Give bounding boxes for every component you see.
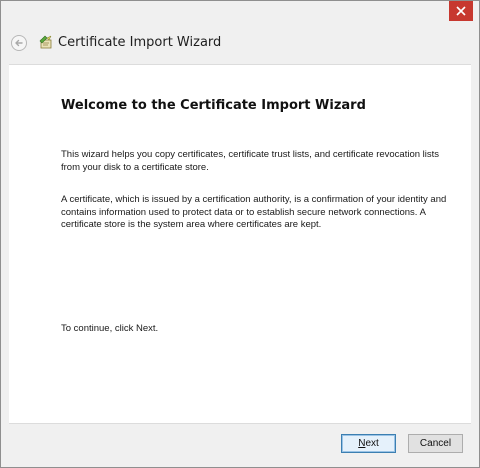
- close-button[interactable]: [449, 1, 473, 21]
- button-bar: Next Cancel: [1, 424, 479, 467]
- welcome-heading: Welcome to the Certificate Import Wizard: [61, 98, 366, 113]
- certificate-import-wizard-window: Certificate Import Wizard Welcome to the…: [0, 0, 480, 468]
- next-button[interactable]: Next: [341, 434, 396, 453]
- back-button[interactable]: [11, 35, 27, 51]
- cancel-button[interactable]: Cancel: [408, 434, 463, 453]
- next-button-label: Next: [358, 438, 379, 449]
- wizard-title: Certificate Import Wizard: [58, 35, 222, 50]
- certificate-wizard-icon: [39, 35, 52, 49]
- cancel-button-label: Cancel: [419, 438, 452, 449]
- certificate-description-paragraph: A certificate, which is issued by a cert…: [61, 194, 447, 230]
- title-bar: Certificate Import Wizard: [1, 1, 479, 63]
- close-icon: [456, 6, 466, 16]
- back-arrow-icon: [15, 39, 23, 47]
- continue-instruction: To continue, click Next.: [61, 323, 159, 334]
- intro-paragraph: This wizard helps you copy certificates,…: [61, 149, 440, 173]
- wizard-content-panel: Welcome to the Certificate Import Wizard…: [9, 64, 471, 424]
